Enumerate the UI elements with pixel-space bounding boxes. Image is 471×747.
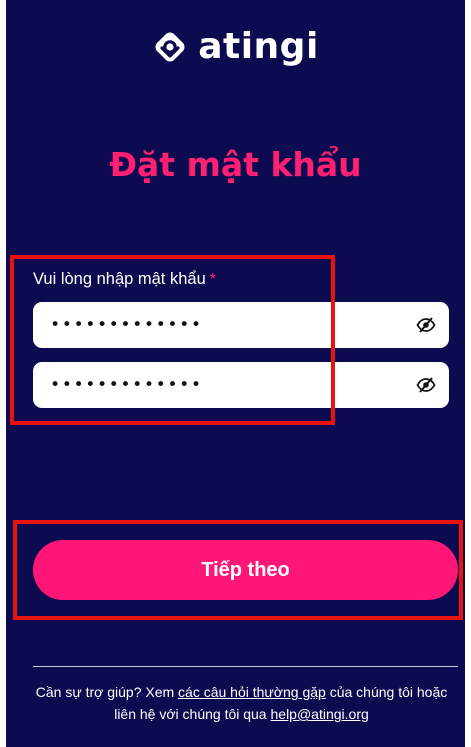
eye-slash-icon[interactable]: [415, 314, 437, 336]
eye-slash-icon[interactable]: [415, 374, 437, 396]
help-prefix: Cần sự trợ giúp? Xem: [35, 684, 179, 700]
atingi-mark-icon: [155, 32, 185, 61]
password-label-text: Vui lòng nhập mật khẩu: [33, 270, 206, 288]
faq-link[interactable]: các câu hỏi thường gặp: [178, 684, 326, 700]
set-password-screen: atingi Đặt mật khẩu Vui lòng nhập mật kh…: [6, 0, 465, 747]
page-title: Đặt mật khẩu: [109, 145, 362, 184]
password-field[interactable]: [33, 302, 449, 348]
brand-name: atingi: [198, 26, 319, 67]
password-input[interactable]: [50, 315, 415, 335]
required-marker: *: [209, 271, 216, 288]
confirm-password-field[interactable]: [33, 362, 449, 408]
password-label: Vui lòng nhập mật khẩu *: [33, 270, 449, 289]
confirm-password-input[interactable]: [50, 375, 415, 395]
next-button[interactable]: Tiếp theo: [33, 540, 458, 600]
atingi-logo: atingi: [6, 26, 465, 67]
help-email-link[interactable]: help@atingi.org: [271, 706, 369, 722]
help-text: Cần sự trợ giúp? Xem các câu hỏi thường …: [26, 681, 457, 725]
footer-divider: [33, 666, 458, 667]
